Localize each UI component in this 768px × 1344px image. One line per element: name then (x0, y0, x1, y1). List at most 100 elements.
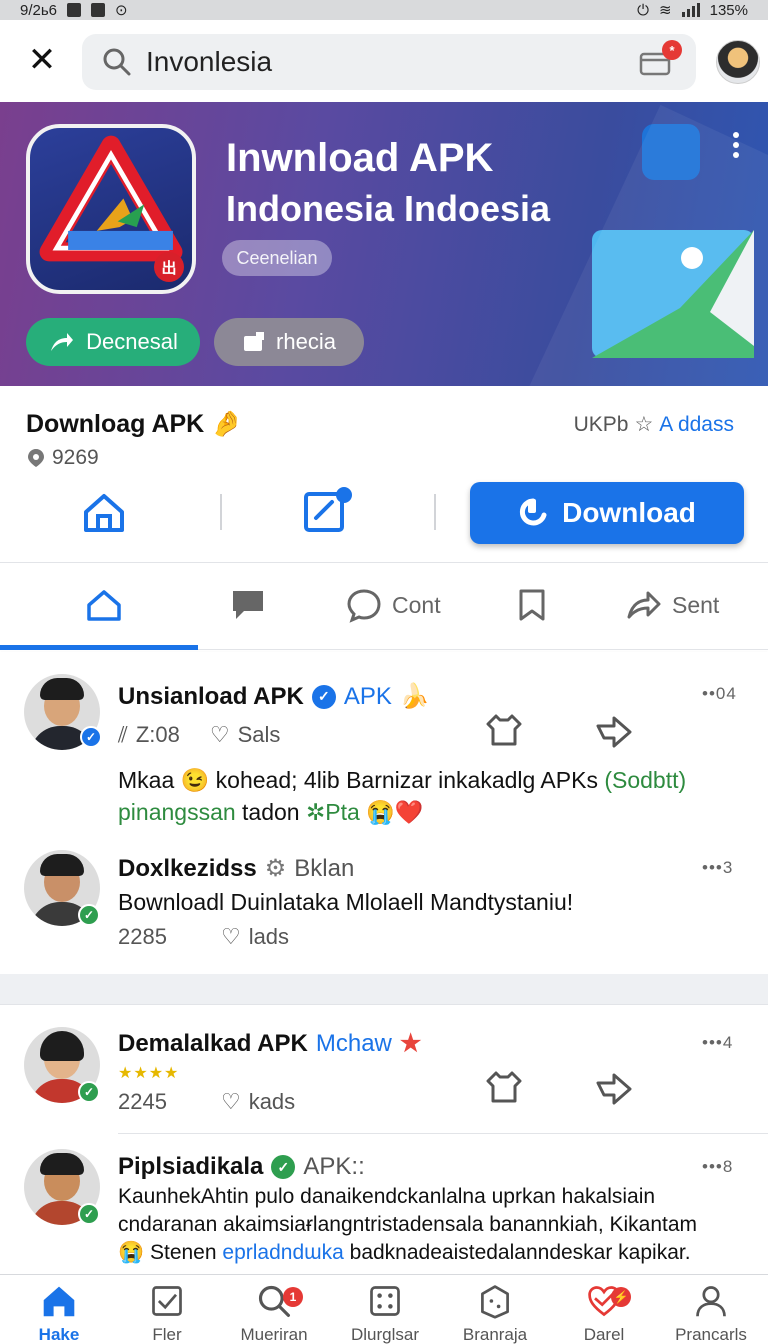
app-class-link[interactable]: A ddass (659, 413, 734, 437)
author-tag: Mchaw (315, 1029, 392, 1057)
heart-icon[interactable]: ♡ (221, 924, 241, 950)
secondary-action-button[interactable]: rhecia (214, 318, 364, 366)
wifi-icon: ≋ (659, 2, 672, 19)
tab-label: Sent (672, 591, 720, 618)
app-size-value: UKPb (573, 412, 629, 436)
nav-home[interactable]: Hake (4, 1283, 114, 1344)
tab-messages[interactable] (230, 583, 276, 627)
nav-label: Hake (38, 1325, 80, 1344)
post-author[interactable]: Unsianload APK ✓ APK 🍌 (118, 682, 430, 711)
primary-action-button[interactable]: Decnesal (26, 318, 200, 366)
hand-emoji-icon: 🤌 (211, 410, 243, 438)
gear-icon: ⚙ (264, 855, 287, 882)
post-hashtag[interactable]: (Sodbtt) (604, 767, 686, 793)
post-stats: 2285 ♡ lads (118, 924, 289, 950)
author-tag: APK (343, 682, 392, 710)
checkbox-icon (152, 1286, 182, 1316)
heart-icon[interactable]: ♡ (221, 1089, 241, 1115)
tab-comments[interactable]: Cont (346, 583, 441, 627)
forward-icon[interactable] (594, 1069, 634, 1109)
author-name: Demalalkad APK (118, 1029, 308, 1057)
stat-value: Sals (237, 722, 281, 747)
secondary-action-label: rhecia (276, 329, 336, 354)
post-author[interactable]: Demalalkad APK Mchaw ★ (118, 1029, 421, 1058)
share-arrow-icon (51, 333, 74, 351)
active-tab-indicator (0, 645, 198, 650)
tab-home[interactable] (86, 583, 132, 627)
divider (434, 494, 436, 530)
close-icon[interactable]: ✕ (24, 42, 60, 78)
app-title-text: Downloag APK (26, 410, 205, 438)
shirt-icon[interactable] (484, 710, 524, 750)
nav-favorites[interactable]: ⚡ Darel (549, 1283, 659, 1344)
notification-icon (67, 3, 82, 17)
app-size: UKPb ☆ A ddass (574, 412, 734, 437)
tab-bookmarks[interactable] (514, 583, 560, 627)
post-author[interactable]: Doxlkezidss ⚙ Bklan (118, 854, 354, 883)
banner-shortcut-icon[interactable] (642, 124, 700, 180)
post-emoji: 😭❤️ (366, 799, 424, 825)
download-button[interactable]: Download (470, 482, 744, 544)
post-body: Bownloadl Duinlataka Mlolaell Mandtystan… (118, 886, 573, 918)
download-icon (520, 498, 547, 526)
heart-icon[interactable]: ♡ (210, 722, 230, 748)
post-author[interactable]: Piplsiadikala ✓ APK:: (118, 1153, 365, 1181)
verified-icon: ✓ (271, 1155, 296, 1179)
feed-separator (0, 974, 768, 1004)
more-options-icon[interactable]: ••04 (702, 684, 737, 704)
divider (220, 494, 222, 530)
more-options-icon[interactable]: •••3 (702, 858, 733, 878)
status-bar: 9/2ь6 ⊙ ⏻ ≋ 135% (0, 0, 768, 20)
home-icon (43, 1286, 75, 1317)
search-icon (103, 48, 131, 76)
search-input[interactable] (146, 46, 586, 78)
star-icon: ☆ (634, 413, 654, 436)
feed-card: ✓ Unsianload APK ✓ APK 🍌 ••04 ⫽ Z:08 ♡ S… (0, 652, 768, 974)
verified-badge-icon: ✓ (78, 1081, 100, 1103)
post-hashtag[interactable]: ✲Pta (306, 799, 360, 825)
nav-packages[interactable]: Branraja (440, 1283, 550, 1344)
author-tag: APK:: (303, 1153, 365, 1180)
category-chip[interactable]: Ceenelian (222, 240, 332, 276)
app-title: Downloag APK 🤌 (26, 410, 242, 439)
app-rating: 9269 (26, 446, 99, 470)
tab-label: Cont (392, 591, 441, 618)
stat-value: kads (248, 1089, 296, 1114)
star-rating: ★★★★ (118, 1065, 180, 1082)
content-tabs: Cont Sent (0, 562, 768, 650)
package-icon (481, 1285, 509, 1319)
app-action-row: Download (0, 478, 768, 556)
repost-icon: ⫽ (118, 722, 128, 747)
tab-share[interactable]: Sent (626, 583, 719, 627)
post-text: badknadeaistedalanndeskar kapikar. (349, 1241, 691, 1264)
post-text: 😭 Stenen (118, 1241, 217, 1264)
notification-badge: 1 (283, 1287, 303, 1307)
more-options-icon[interactable]: •••8 (702, 1157, 733, 1177)
nav-label: Prancarls (675, 1325, 747, 1344)
more-options-icon[interactable]: •••4 (702, 1033, 733, 1053)
author-tag: Bklan (294, 854, 355, 882)
nav-files[interactable]: Fler (112, 1283, 222, 1344)
post-link[interactable]: eprladndɯka (222, 1241, 343, 1264)
post-hashtag[interactable]: pinangssan (118, 799, 236, 825)
document-icon (244, 332, 265, 351)
post-text: KaunhekAhtin pulo danaikendckanlalna upr… (118, 1185, 656, 1208)
post-text: Mkaa 😉 kohead; 4lib Barnizar inkakadlg A… (118, 767, 598, 793)
nav-profile[interactable]: Prancarls (656, 1283, 766, 1344)
nav-apps[interactable]: Dlurglsar (330, 1283, 440, 1344)
user-avatar[interactable] (716, 40, 760, 84)
alarm-icon: ⊙ (115, 2, 128, 19)
home-icon[interactable] (82, 490, 126, 534)
search-box[interactable]: * (82, 34, 696, 90)
star-icon: ★ (399, 1030, 422, 1057)
shirt-icon[interactable] (484, 1067, 524, 1107)
forward-icon[interactable] (594, 712, 634, 752)
more-options-icon[interactable] (724, 128, 748, 162)
verified-icon: ✓ (311, 684, 336, 709)
nav-search[interactable]: 1 Mueriran (219, 1283, 329, 1344)
stat-value: 2245 (118, 1089, 167, 1114)
home-icon (87, 590, 121, 621)
verified-badge-icon: ✓ (78, 904, 100, 926)
edit-icon[interactable] (302, 486, 354, 534)
stat-value: Z:08 (135, 722, 180, 747)
